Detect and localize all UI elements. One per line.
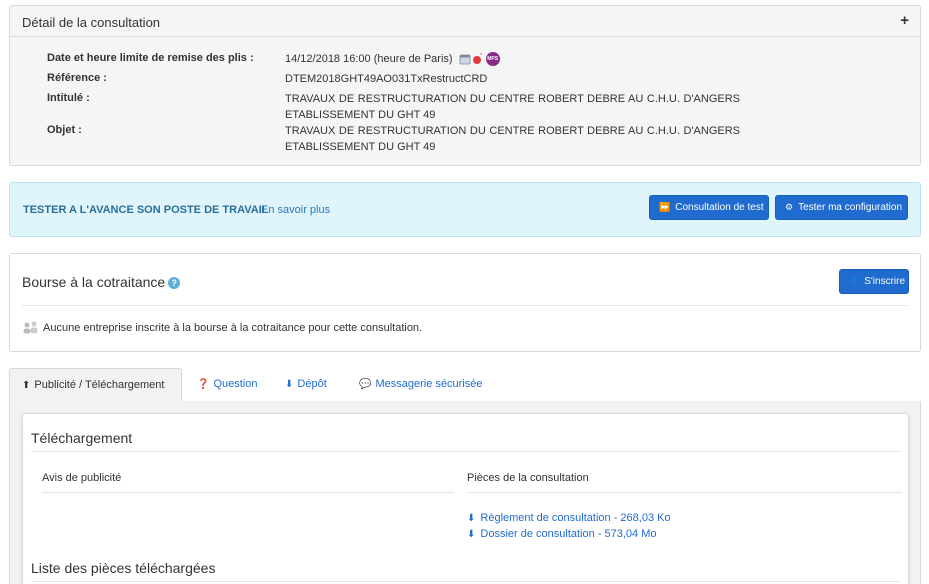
consultation-tabs: ⬆ Publicité / Téléchargement ❓ Question ⬇ D… <box>9 368 921 402</box>
intitule-value: TRAVAUX DE RESTRUCTURATION DU CENTRE ROB… <box>285 93 740 121</box>
cotraitance-title-text: Bourse à la cotraitance <box>22 274 166 290</box>
downloaded-pieces-divider <box>31 581 900 582</box>
test-workstation-banner: TESTER A L'AVANCE SON POSTE DE TRAVAIL E… <box>9 182 921 237</box>
downloaded-pieces-title: Liste des pièces téléchargées <box>31 560 216 576</box>
reglement-download-link[interactable]: ⬇ Règlement de consultation - 268,03 Ko <box>467 512 671 524</box>
alarm-icon[interactable]: * <box>471 53 483 65</box>
detail-panel-header[interactable]: Détail de la consultation + <box>10 6 920 37</box>
group-icon <box>23 321 38 334</box>
objet-label: Objet : <box>47 124 82 136</box>
expand-toggle-icon[interactable]: + <box>900 12 909 29</box>
download-icon: ⬇ <box>467 513 476 524</box>
register-button[interactable]: 👤 S'inscrire <box>839 269 909 294</box>
objet-value: TRAVAUX DE RESTRUCTURATION DU CENTRE ROB… <box>285 125 740 153</box>
download-icon: ⬇ <box>467 529 476 540</box>
cotraitance-empty-text: Aucune entreprise inscrite à la bourse à… <box>43 321 423 334</box>
dossier-download-label: Dossier de consultation - 573,04 Mo <box>480 528 657 540</box>
test-banner-title: TESTER A L'AVANCE SON POSTE DE TRAVAIL <box>23 204 269 216</box>
cotraitance-panel: Bourse à la cotraitance? 👤 S'inscrire Auc… <box>9 253 921 352</box>
test-configuration-button[interactable]: ⚙ Tester ma configuration <box>775 195 908 220</box>
reference-label: Référence : <box>47 72 107 84</box>
svg-text:*: * <box>480 53 483 59</box>
test-consultation-label: Consultation de test <box>675 202 764 213</box>
tab-depot[interactable]: ⬇ Dépôt <box>273 368 339 402</box>
comments-icon: 💬 <box>359 379 372 390</box>
fast-forward-icon: ⏩ <box>659 202 671 212</box>
calendar-icon[interactable] <box>459 53 471 65</box>
tab-content: Téléchargement Avis de publicité Pièces … <box>9 401 921 584</box>
help-icon[interactable]: ? <box>168 277 181 289</box>
tab-question-label: Question <box>213 378 258 390</box>
intitule-label: Intitulé : <box>47 92 90 104</box>
tab-question[interactable]: ❓ Question <box>185 368 269 402</box>
cotraitance-title: Bourse à la cotraitance? <box>22 274 181 290</box>
test-consultation-button[interactable]: ⏩ Consultation de test <box>649 195 769 220</box>
consultation-detail-panel: Détail de la consultation + Date et heur… <box>9 5 921 166</box>
tab-depot-label: Dépôt <box>297 378 327 390</box>
tab-publicite-label: Publicité / Téléchargement <box>34 379 165 391</box>
tab-messagerie-label: Messagerie sécurisée <box>375 378 483 390</box>
telechargement-card: Téléchargement Avis de publicité Pièces … <box>22 413 909 584</box>
deadline-value: 14/12/2018 16:00 (heure de Paris) * MPS <box>285 51 740 67</box>
cotraitance-divider <box>22 305 908 306</box>
tab-messagerie[interactable]: 💬 Messagerie sécurisée <box>347 368 494 402</box>
mps-badge: MPS <box>485 52 500 67</box>
reglement-download-label: Règlement de consultation - 268,03 Ko <box>480 512 671 524</box>
dossier-download-link[interactable]: ⬇ Dossier de consultation - 573,04 Mo <box>467 528 657 540</box>
deadline-label: Date et heure limite de remise des plis … <box>47 52 254 64</box>
reference-value: DTEM2018GHT49AO031TxRestructCRD <box>285 73 488 85</box>
user-icon: 👤 <box>848 276 860 286</box>
gear-icon: ⚙ <box>785 202 794 212</box>
test-configuration-label: Tester ma configuration <box>798 202 903 213</box>
pieces-divider <box>467 492 902 493</box>
download-icon: ⬇ <box>285 379 294 390</box>
deadline-text: 14/12/2018 16:00 (heure de Paris) <box>285 53 453 65</box>
pieces-consultation-heading: Pièces de la consultation <box>467 472 589 484</box>
telechargement-divider <box>31 451 900 452</box>
register-label: S'inscrire <box>864 276 906 287</box>
tab-publicite-telechargement[interactable]: ⬆ Publicité / Téléchargement <box>9 368 182 402</box>
learn-more-link[interactable]: En savoir plus <box>261 204 330 216</box>
cotraitance-empty-message: Aucune entreprise inscrite à la bourse à… <box>22 321 422 335</box>
avis-divider <box>42 492 454 493</box>
upload-icon: ⬆ <box>22 380 31 391</box>
avis-publicite-heading: Avis de publicité <box>42 472 122 484</box>
question-circle-icon: ❓ <box>197 379 210 390</box>
telechargement-title: Téléchargement <box>31 430 133 446</box>
detail-panel-title: Détail de la consultation <box>22 15 161 30</box>
